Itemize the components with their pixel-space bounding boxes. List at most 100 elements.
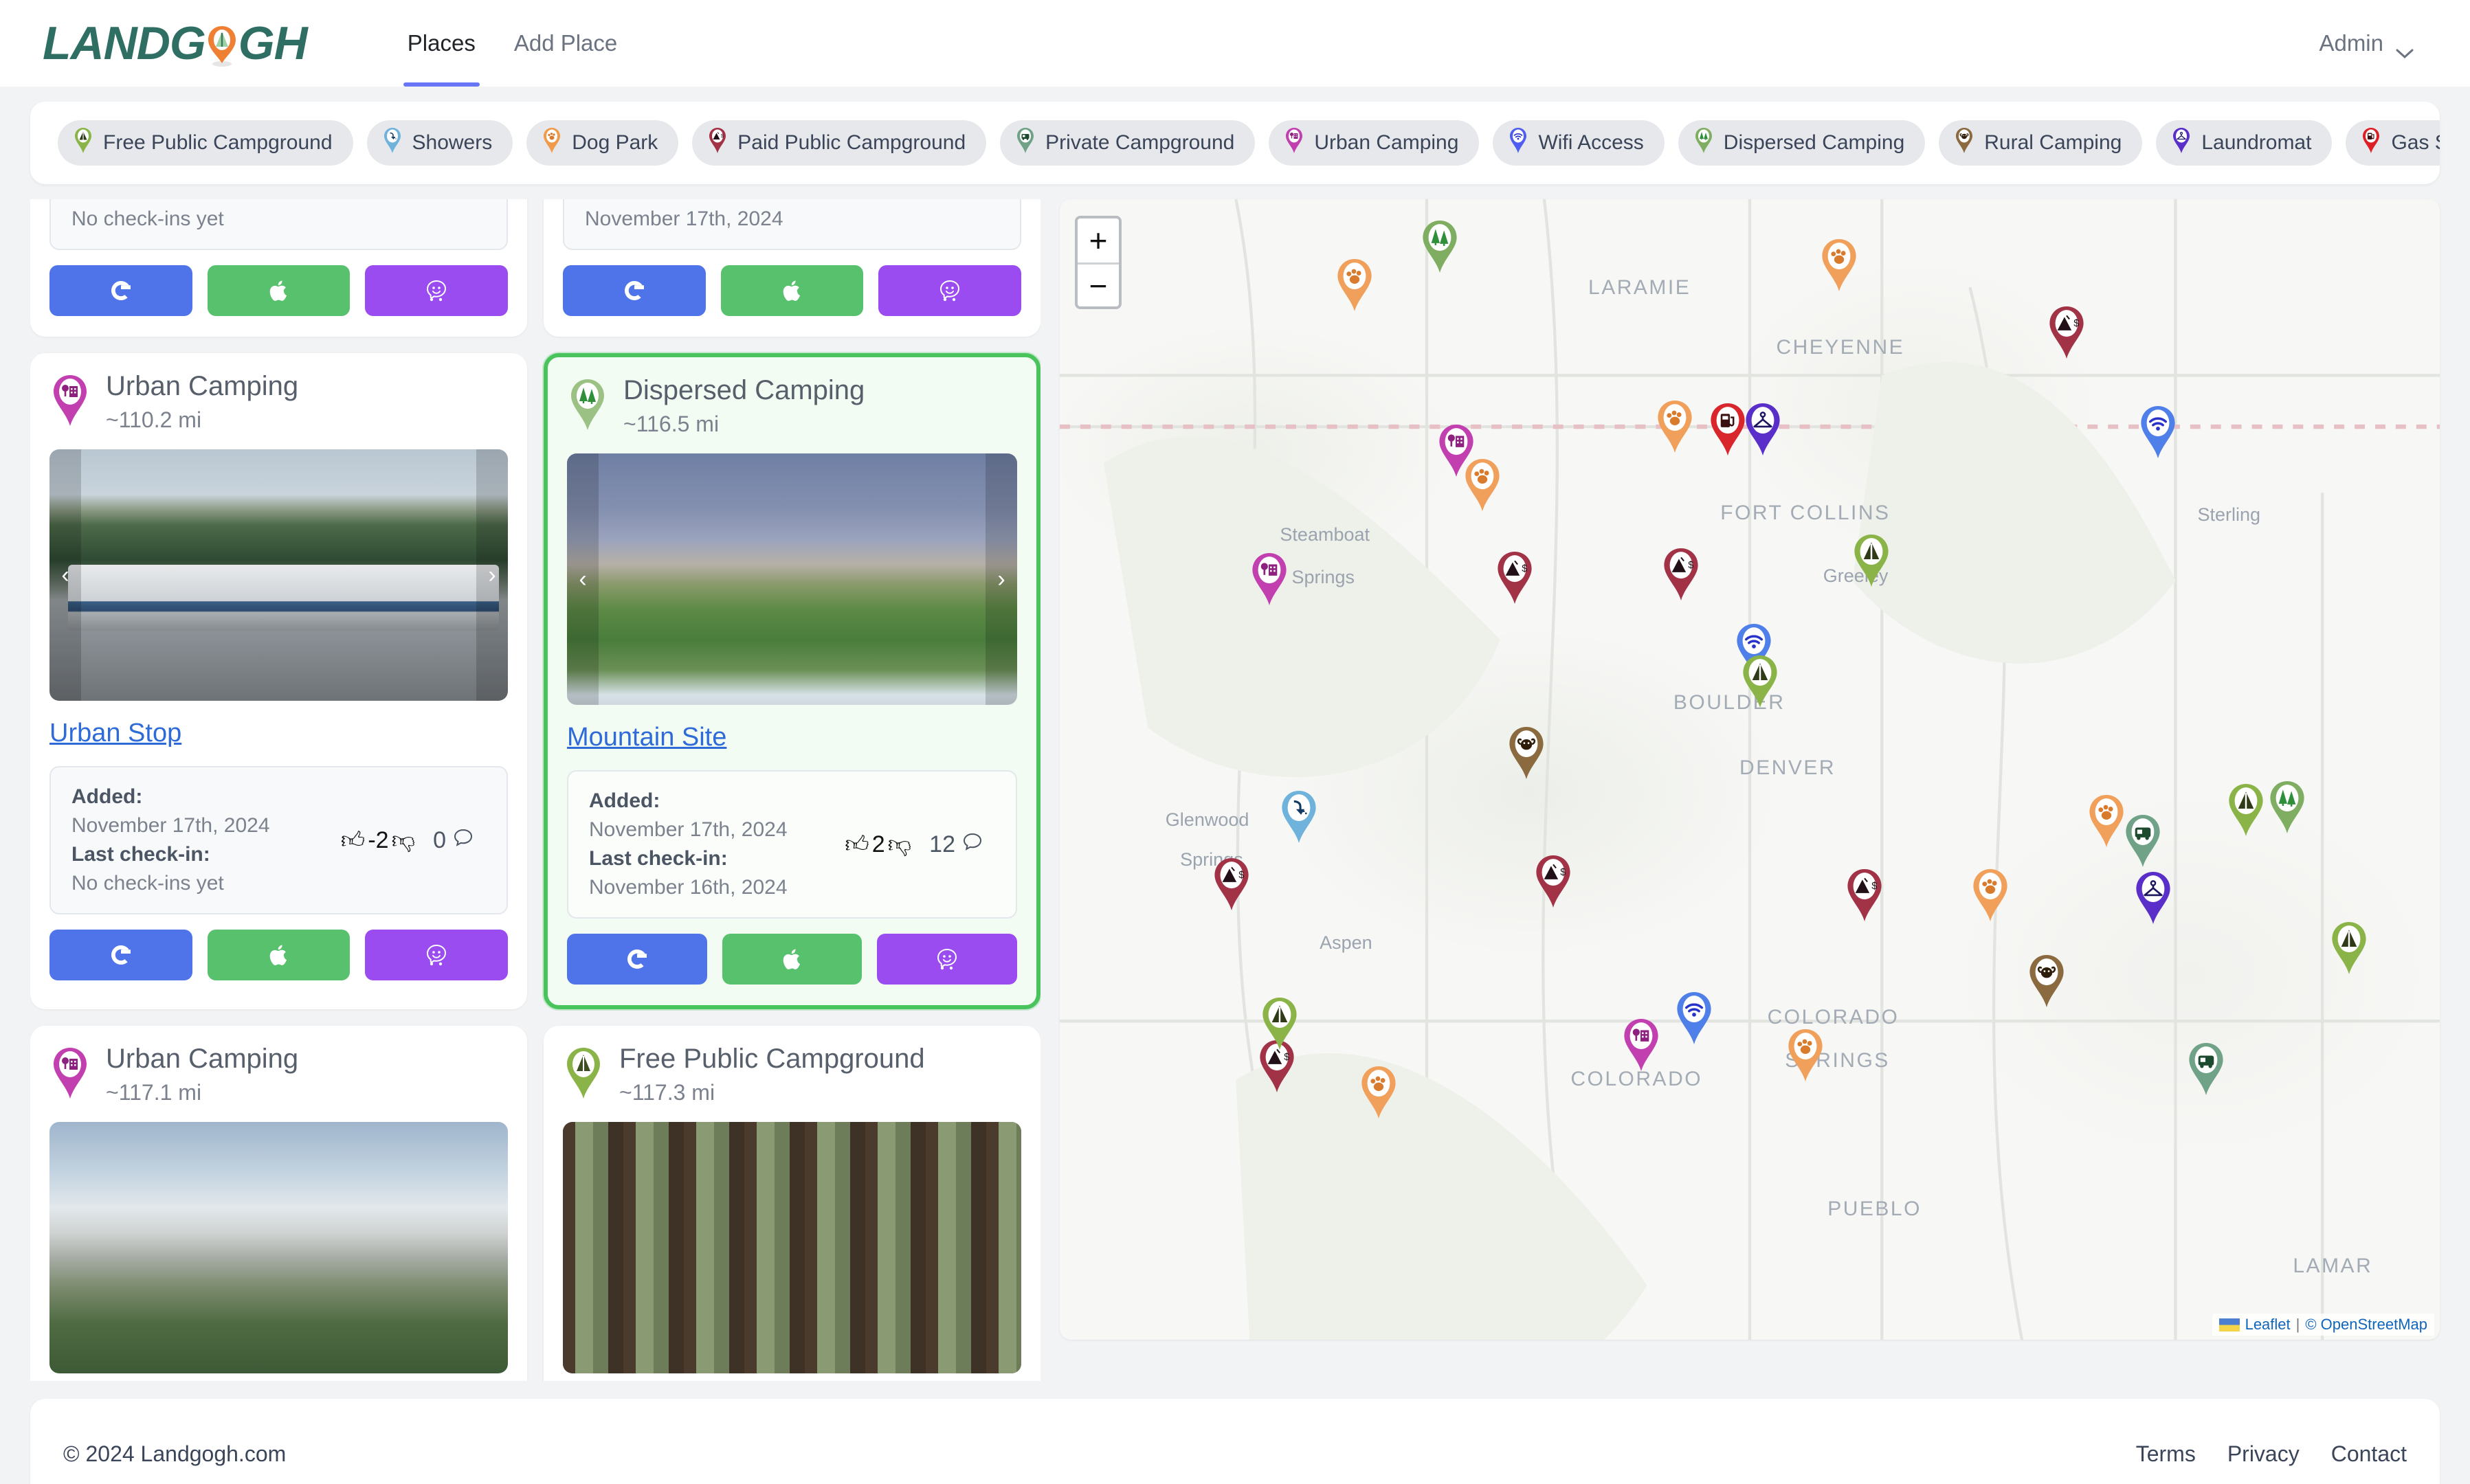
open-in-google-maps-button[interactable]: [49, 265, 192, 316]
zoom-out-button[interactable]: −: [1078, 262, 1119, 306]
open-in-waze-button[interactable]: [877, 934, 1018, 985]
place-actions: [567, 934, 1018, 985]
filter-chip-urban-camping[interactable]: Urban Camping: [1269, 120, 1480, 166]
filter-chip-wifi-access[interactable]: Wifi Access: [1493, 120, 1665, 166]
map-marker-paw[interactable]: [1333, 258, 1376, 316]
places-list[interactable]: Added: November 17th, 2024 Last check-in…: [30, 199, 1041, 1381]
map-marker-shower[interactable]: [1278, 789, 1320, 848]
thumbs-down-icon[interactable]: 👎︎: [392, 827, 416, 855]
comment-group[interactable]: 0: [433, 827, 474, 854]
place-actions: [49, 265, 509, 316]
filter-chip-dog-park[interactable]: Dog Park: [526, 120, 679, 166]
thumbs-down-icon[interactable]: 👎︎: [888, 831, 912, 859]
open-in-google-maps-button[interactable]: [49, 930, 192, 980]
map-marker-tent[interactable]: [2225, 783, 2267, 841]
open-in-apple-maps-button[interactable]: [722, 934, 863, 985]
footer-link-contact[interactable]: Contact: [2331, 1441, 2407, 1467]
vote-score: 2: [871, 831, 885, 857]
checkin-label: Last check-in:: [585, 199, 783, 202]
map-marker-paid-tent[interactable]: $: [1532, 854, 1575, 912]
place-card[interactable]: Added: November 17th, 2024 Last check-in…: [544, 199, 1041, 337]
map-marker-city-tree[interactable]: [1248, 552, 1291, 610]
place-card-urban-stop[interactable]: Urban Camping ~110.2 mi ‹ › Urban Stop A…: [30, 353, 527, 1009]
open-in-waze-button[interactable]: [365, 265, 509, 316]
user-menu[interactable]: Admin: [2319, 30, 2427, 58]
place-photo-carousel[interactable]: [49, 1122, 508, 1373]
paid-tent-pin-icon: $: [707, 127, 728, 159]
map-marker-paid-tent[interactable]: $: [1493, 550, 1536, 609]
open-in-apple-maps-button[interactable]: [720, 265, 864, 316]
open-in-google-maps-button[interactable]: [567, 934, 707, 985]
open-in-waze-button[interactable]: [878, 265, 1022, 316]
nav-link-places[interactable]: Places: [388, 0, 495, 87]
map-marker-paid-tent[interactable]: $: [1843, 868, 1886, 926]
map-marker-city-tree[interactable]: [1620, 1018, 1662, 1076]
place-card[interactable]: Added: November 17th, 2024 Last check-in…: [30, 199, 527, 337]
map-marker-rv[interactable]: [2122, 813, 2164, 872]
map-marker-paw[interactable]: [1969, 868, 2012, 926]
map-marker-rv[interactable]: [2185, 1042, 2227, 1100]
filter-chip-dispersed-camping[interactable]: Dispersed Camping: [1678, 120, 1926, 166]
map-marker-tent[interactable]: [1850, 533, 1893, 592]
place-photo-carousel[interactable]: [563, 1122, 1021, 1373]
open-in-apple-maps-button[interactable]: [207, 265, 351, 316]
nav-link-add-place[interactable]: Add Place: [495, 0, 636, 87]
map-marker-tent[interactable]: [1258, 996, 1301, 1055]
map-zoom-controls[interactable]: + −: [1075, 216, 1122, 309]
openstreetmap-link[interactable]: © OpenStreetMap: [2305, 1316, 2427, 1334]
filter-chip-rural-camping[interactable]: Rural Camping: [1939, 120, 2143, 166]
map-marker-tent[interactable]: [2328, 921, 2370, 979]
map-marker-wifi[interactable]: [2137, 405, 2179, 463]
filter-chip-private-campground[interactable]: Private Campground: [1000, 120, 1256, 166]
map-marker-paid-tent[interactable]: $: [1210, 857, 1253, 915]
map-marker-paw[interactable]: [1654, 399, 1696, 458]
place-card[interactable]: Urban Camping ~117.1 mi: [30, 1026, 527, 1381]
place-name-link[interactable]: Urban Stop: [49, 719, 181, 748]
thumbs-up-icon[interactable]: 👍︎: [341, 827, 366, 855]
map-roads: [1060, 199, 2440, 1340]
map-marker-paw[interactable]: [1357, 1065, 1400, 1123]
filter-chip-gas-station[interactable]: Gas Station: [2346, 120, 2440, 166]
vote-group[interactable]: 👍︎ -2 👎︎: [341, 827, 415, 855]
map-marker-hanger[interactable]: [1742, 402, 1784, 460]
footer-link-terms[interactable]: Terms: [2136, 1441, 2196, 1467]
map-marker-wifi[interactable]: [1673, 991, 1715, 1049]
leaflet-link[interactable]: Leaflet: [2245, 1316, 2291, 1334]
open-in-google-maps-button[interactable]: [563, 265, 706, 316]
thumbs-up-icon[interactable]: 👍︎: [845, 831, 869, 859]
place-card[interactable]: Free Public Campground ~117.3 mi: [544, 1026, 1041, 1381]
filter-chip-paid-public-campground[interactable]: $ Paid Public Campground: [692, 120, 987, 166]
map-marker-paw[interactable]: [1784, 1028, 1827, 1086]
open-in-waze-button[interactable]: [365, 930, 509, 980]
svg-text:$: $: [1238, 869, 1244, 880]
place-photo-carousel[interactable]: ‹ ›: [49, 449, 508, 701]
carousel-prev-icon[interactable]: ‹: [49, 449, 81, 701]
filter-chip-free-public-campground[interactable]: Free Public Campground: [58, 120, 353, 166]
app-logo[interactable]: LANDG GH: [43, 0, 308, 87]
map-marker-hanger[interactable]: [2132, 870, 2174, 929]
place-name-link[interactable]: Mountain Site: [567, 723, 726, 752]
map-marker-paid-tent[interactable]: $: [2045, 305, 2088, 363]
map-marker-tent[interactable]: [1739, 654, 1781, 712]
carousel-next-icon[interactable]: ›: [986, 453, 1017, 705]
leaflet-map[interactable]: + − LARAMIE CHEYENNE Sterling Steamboat Spri…: [1060, 199, 2440, 1340]
carousel-prev-icon[interactable]: ‹: [567, 453, 599, 705]
filter-chip-showers[interactable]: Showers: [366, 120, 513, 166]
map-marker-bison[interactable]: [2025, 954, 2068, 1012]
checkin-value: November 17th, 2024: [585, 207, 783, 230]
zoom-in-button[interactable]: +: [1078, 218, 1119, 262]
carousel-next-icon[interactable]: ›: [476, 449, 508, 701]
map-marker-paid-tent[interactable]: $: [1660, 547, 1702, 605]
place-photo-carousel[interactable]: ‹ ›: [567, 453, 1017, 705]
footer-link-privacy[interactable]: Privacy: [2227, 1441, 2300, 1467]
comment-group[interactable]: 12: [929, 831, 983, 858]
place-card-mountain-site[interactable]: Dispersed Camping ~116.5 mi ‹ › Mountain…: [544, 353, 1041, 1009]
open-in-apple-maps-button[interactable]: [207, 930, 351, 980]
map-marker-paw[interactable]: [1818, 238, 1860, 296]
map-marker-pines[interactable]: [2266, 780, 2308, 838]
vote-group[interactable]: 👍︎ 2 👎︎: [845, 831, 911, 859]
map-marker-pines[interactable]: [1418, 219, 1461, 278]
map-marker-paw[interactable]: [1461, 458, 1504, 516]
filter-chip-laundromat[interactable]: Laundromat: [2156, 120, 2333, 166]
map-marker-bison[interactable]: [1505, 726, 1548, 784]
